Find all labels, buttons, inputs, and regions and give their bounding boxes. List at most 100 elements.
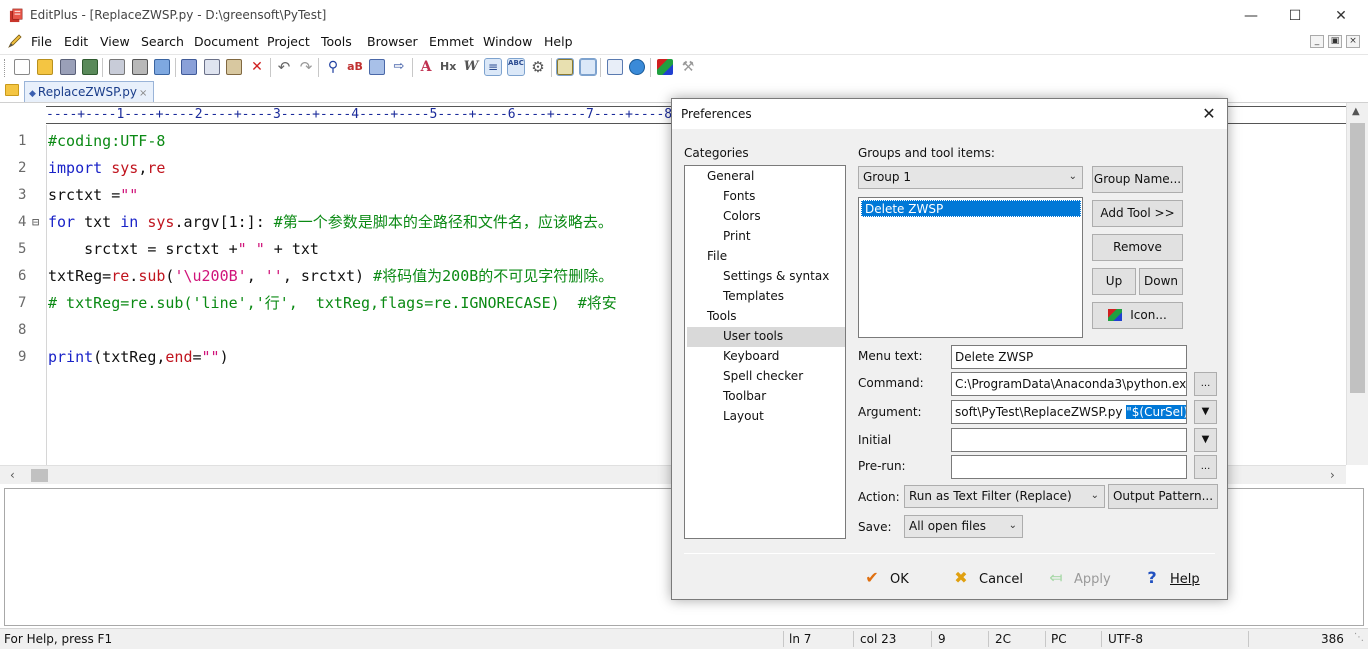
user-tool-icon[interactable] — [657, 59, 673, 75]
icon-button[interactable]: Icon... — [1092, 302, 1183, 329]
save-all-icon[interactable] — [82, 59, 98, 75]
vertical-scrollbar[interactable]: ▲ — [1346, 103, 1368, 465]
mdi-restore-button[interactable]: ▣ — [1328, 35, 1342, 48]
settings-icon[interactable]: ⚙ — [530, 59, 546, 75]
menu-tools[interactable]: Tools — [321, 34, 352, 49]
argument-field[interactable]: soft\PyTest\ReplaceZWSP.py "$(CurSel)" — [951, 400, 1187, 424]
command-browse-button[interactable]: ... — [1194, 372, 1217, 396]
prerun-browse-button[interactable]: ... — [1194, 455, 1217, 479]
hex-icon[interactable]: Hx — [440, 59, 456, 75]
replace-icon[interactable]: aB — [347, 59, 363, 75]
copy-icon[interactable] — [204, 59, 220, 75]
tab-replacezwsp[interactable]: ◆ ReplaceZWSP.py × — [24, 81, 155, 102]
apply-button[interactable]: ⤆ Apply — [1046, 565, 1110, 591]
spell-icon[interactable]: ABC — [507, 58, 525, 76]
action-select[interactable]: Run as Text Filter (Replace) ⌄ — [904, 485, 1105, 508]
tree-item[interactable]: Fonts — [723, 189, 755, 203]
output-pattern-button[interactable]: Output Pattern... — [1108, 484, 1218, 509]
tree-item[interactable]: General — [707, 169, 754, 183]
tree-item[interactable]: Templates — [723, 289, 784, 303]
tree-item[interactable]: Layout — [723, 409, 764, 423]
undo-icon[interactable]: ↶ — [276, 59, 292, 75]
folder-icon[interactable] — [5, 84, 19, 96]
cancel-button[interactable]: ✖ Cancel — [951, 565, 1023, 591]
list-item-selected[interactable]: Delete ZWSP — [861, 200, 1081, 217]
save-icon[interactable] — [60, 59, 76, 75]
view-icon[interactable] — [579, 58, 597, 76]
tool-items-list[interactable]: Delete ZWSP — [858, 197, 1083, 338]
tree-item[interactable]: Spell checker — [723, 369, 803, 383]
toolbar-grip[interactable] — [4, 59, 7, 77]
initial-menu-button[interactable]: ▼ — [1194, 428, 1217, 452]
menu-document[interactable]: Document — [194, 34, 259, 49]
scroll-right-icon[interactable]: › — [1330, 468, 1335, 482]
menu-window[interactable]: Window — [483, 34, 532, 49]
group-select[interactable]: Group 1 ⌄ — [858, 166, 1083, 189]
indent-icon[interactable]: ≡ — [484, 58, 502, 76]
save-select[interactable]: All open files ⌄ — [904, 515, 1023, 538]
menu-edit[interactable]: Edit — [64, 34, 88, 49]
tree-item[interactable]: Keyboard — [723, 349, 779, 363]
open-icon[interactable] — [37, 59, 53, 75]
menu-file[interactable]: File — [31, 34, 52, 49]
fullscreen-icon[interactable] — [607, 59, 623, 75]
tools-icon[interactable]: ⚒ — [680, 59, 696, 75]
resize-grip-icon[interactable]: ⋱ — [1354, 632, 1364, 643]
word-wrap-icon[interactable]: W — [463, 59, 479, 75]
menu-view[interactable]: View — [100, 34, 130, 49]
print-icon[interactable] — [132, 59, 148, 75]
command-field[interactable]: C:\ProgramData\Anaconda3\python.exe — [951, 372, 1187, 396]
minimize-button[interactable]: — — [1228, 0, 1274, 31]
dialog-close-button[interactable]: ✕ — [1191, 99, 1227, 129]
help-button[interactable]: ? Help — [1142, 565, 1199, 591]
apply-arrow-icon: ⤆ — [1049, 568, 1063, 587]
font-icon[interactable]: A — [418, 59, 434, 75]
menu-project[interactable]: Project — [267, 34, 310, 49]
goto-icon[interactable]: ⇨ — [391, 59, 407, 75]
tab-close-icon[interactable]: × — [139, 88, 147, 99]
tree-item[interactable]: Tools — [707, 309, 737, 323]
redo-icon[interactable]: ↷ — [298, 59, 314, 75]
up-button[interactable]: Up — [1092, 268, 1136, 295]
menu-text-field[interactable]: Delete ZWSP — [951, 345, 1187, 369]
horizontal-scroll-thumb[interactable] — [31, 469, 48, 482]
ok-button[interactable]: ✔ OK — [862, 565, 908, 591]
delete-icon[interactable]: ✕ — [249, 59, 265, 75]
argument-menu-button[interactable]: ▼ — [1194, 400, 1217, 424]
scroll-up-icon[interactable]: ▲ — [1352, 106, 1360, 117]
toolbar-separator — [600, 58, 601, 77]
menu-emmet[interactable]: Emmet — [429, 34, 474, 49]
vertical-scroll-thumb[interactable] — [1350, 123, 1365, 393]
tree-item[interactable]: Toolbar — [723, 389, 766, 403]
fold-toggle-icon[interactable]: ⊟ — [32, 209, 39, 236]
paste-icon[interactable] — [226, 59, 242, 75]
tree-item[interactable]: Print — [723, 229, 751, 243]
add-tool-button[interactable]: Add Tool >> — [1092, 200, 1183, 227]
scroll-left-icon[interactable]: ‹ — [10, 468, 15, 482]
new-icon[interactable] — [14, 59, 30, 75]
prerun-field[interactable] — [951, 455, 1187, 479]
find-icon[interactable]: ⚲ — [325, 59, 341, 75]
globe-icon[interactable] — [629, 59, 645, 75]
menu-help[interactable]: Help — [544, 34, 573, 49]
columns-icon[interactable] — [556, 58, 574, 76]
initial-directory-field[interactable] — [951, 428, 1187, 452]
menu-browser[interactable]: Browser — [367, 34, 418, 49]
categories-tree[interactable]: General Fonts Colors Print File Settings & sy… — [684, 165, 846, 539]
remove-button[interactable]: Remove — [1092, 234, 1183, 261]
tree-item[interactable]: File — [707, 249, 727, 263]
mdi-minimize-button[interactable]: _ — [1310, 35, 1324, 48]
tree-item[interactable]: Colors — [723, 209, 761, 223]
group-name-button[interactable]: Group Name... — [1092, 166, 1183, 193]
print-preview-icon[interactable] — [109, 59, 125, 75]
menu-search[interactable]: Search — [141, 34, 184, 49]
find-in-files-icon[interactable] — [369, 59, 385, 75]
close-button[interactable]: ✕ — [1318, 0, 1364, 31]
tree-item[interactable]: User tools — [723, 329, 783, 343]
cut-icon[interactable] — [181, 59, 197, 75]
mdi-close-button[interactable]: × — [1346, 35, 1360, 48]
down-button[interactable]: Down — [1139, 268, 1183, 295]
tree-item[interactable]: Settings & syntax — [723, 269, 829, 283]
maximize-button[interactable]: ☐ — [1272, 0, 1318, 31]
browser-preview-icon[interactable] — [154, 59, 170, 75]
